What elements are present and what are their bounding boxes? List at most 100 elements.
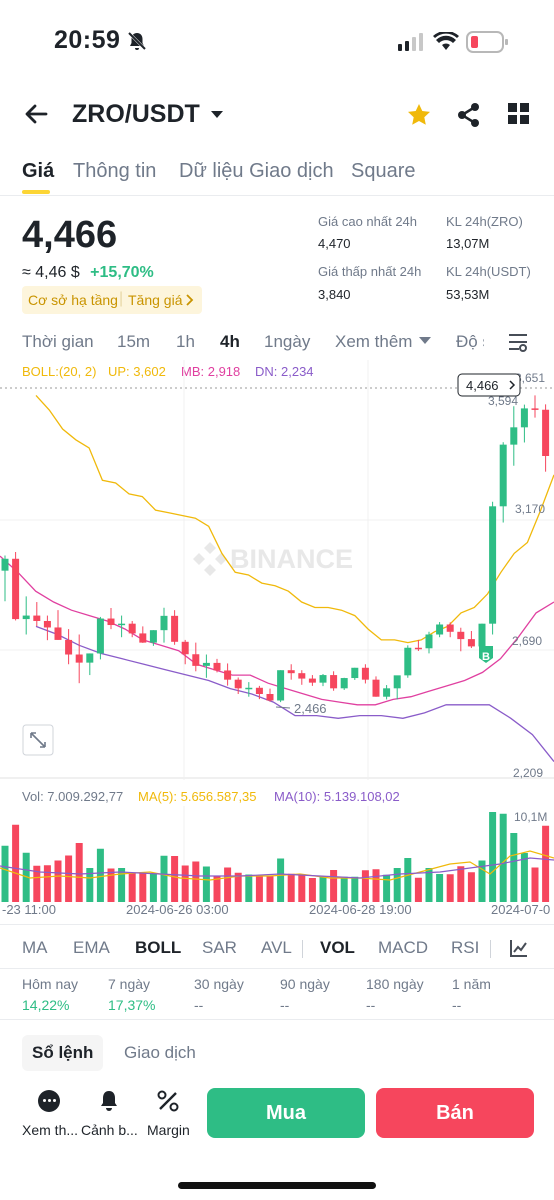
volume-bar <box>414 877 422 902</box>
current-price-label: 4,466 <box>466 378 499 393</box>
caret-down-icon[interactable] <box>210 110 224 120</box>
perf-label-1y: 1 năm <box>452 976 491 992</box>
tab-info[interactable]: Thông tin <box>73 160 156 183</box>
indicator-sar[interactable]: SAR <box>202 938 237 958</box>
perf-value-7d: 17,37% <box>108 997 156 1013</box>
candle-body <box>224 670 232 680</box>
main-tabs: Giá Thông tin Dữ liệu Giao dịch Square <box>0 150 554 196</box>
indicator-macd[interactable]: MACD <box>378 938 428 958</box>
interval-time[interactable]: Thời gian <box>22 332 94 352</box>
candle-body <box>128 623 136 634</box>
candle-body <box>467 639 475 647</box>
action-margin-label[interactable]: Margin <box>147 1122 190 1138</box>
tag-infrastructure[interactable]: Cơ sở hạ tầng <box>28 292 118 308</box>
status-time: 20:59 <box>54 26 121 54</box>
volume-bar <box>43 865 51 902</box>
buy-button[interactable]: Mua <box>207 1088 365 1138</box>
volume-bar <box>351 876 359 902</box>
volume-bar <box>255 875 263 902</box>
indicator-boll[interactable]: BOLL <box>135 938 181 958</box>
indicator-settings-icon[interactable] <box>509 938 529 958</box>
indicator-ema[interactable]: EMA <box>73 938 110 958</box>
margin-icon[interactable] <box>157 1090 179 1112</box>
candle-body <box>245 687 253 690</box>
back-arrow-icon[interactable] <box>24 102 48 126</box>
home-indicator <box>178 1182 376 1189</box>
perf-label-180d: 180 ngày <box>366 976 424 992</box>
indicator-divider <box>302 940 303 958</box>
more-icon[interactable] <box>38 1090 60 1112</box>
expand-chart-icon[interactable] <box>22 724 54 756</box>
volume-bar <box>192 861 200 902</box>
candle-body <box>520 408 528 428</box>
indicator-rsi[interactable]: RSI <box>451 938 479 958</box>
candle-body <box>33 615 41 621</box>
low-24h-label: Giá thấp nhất 24h <box>318 264 422 279</box>
tab-square[interactable]: Square <box>351 160 416 183</box>
low-24h-value: 3,840 <box>318 287 351 302</box>
candle-body <box>425 634 433 649</box>
current-price-tag[interactable]: 4,466 <box>457 373 521 397</box>
volume-bar <box>383 874 391 902</box>
perf-label-today: Hôm nay <box>22 976 79 992</box>
candle-body <box>330 675 338 689</box>
category-tags[interactable]: Cơ sở hạ tầng | Tăng giá <box>22 286 202 314</box>
volume-bar <box>181 865 189 902</box>
status-bar: 20:59 <box>0 0 554 84</box>
volume-bar <box>54 860 62 902</box>
volume-bar <box>245 874 253 902</box>
indicator-ma[interactable]: MA <box>22 938 48 958</box>
interval-1h[interactable]: 1h <box>176 332 195 352</box>
tab-trades[interactable]: Giao dịch <box>124 1043 196 1063</box>
binance-watermark: BINANCE <box>193 542 353 576</box>
volume-bar <box>128 873 136 902</box>
tab-trading-data[interactable]: Dữ liệu Giao dịch <box>179 160 334 183</box>
volume-bar <box>436 874 444 902</box>
perf-value-today: 14,22% <box>22 997 70 1013</box>
perf-value-30d: -- <box>194 997 204 1013</box>
tag-gainer[interactable]: Tăng giá <box>128 292 182 308</box>
volume-bar <box>139 872 147 902</box>
price-axis-labels: 3,651 3,594 3,170 2,690 2,209 2,466 <box>275 371 545 780</box>
candle-body <box>361 667 369 680</box>
date-label: 2024-07-0 <box>491 902 551 917</box>
perf-value-180d: -- <box>366 997 376 1013</box>
indicator-avl[interactable]: AVL <box>261 938 292 958</box>
volume-bar <box>510 833 518 902</box>
action-more-label[interactable]: Xem th... <box>22 1122 78 1138</box>
sell-button[interactable]: Bán <box>376 1088 534 1138</box>
volume-bar <box>404 858 412 902</box>
action-alert-label[interactable]: Cảnh b... <box>81 1122 138 1138</box>
indicator-vol[interactable]: VOL <box>320 938 355 958</box>
volume-bar <box>393 868 401 902</box>
volume-bar <box>12 824 20 902</box>
interval-4h[interactable]: 4h <box>220 332 240 352</box>
volume-ma5: MA(5): 5.656.587,35 <box>138 789 257 804</box>
volume-bar <box>266 876 274 902</box>
perf-label-90d: 90 ngày <box>280 976 330 992</box>
price-level-2690: 2,690 <box>512 634 542 648</box>
chart-settings-icon[interactable] <box>508 332 528 352</box>
candle-body <box>181 641 189 655</box>
interval-1d[interactable]: 1ngày <box>264 332 310 352</box>
candle-body <box>404 647 412 676</box>
price-change: +15,70% <box>90 264 154 281</box>
interval-depth[interactable]: Độ sâu <box>456 332 484 352</box>
candle-body <box>531 408 539 410</box>
tab-order-book[interactable]: Sổ lệnh <box>22 1035 104 1071</box>
interval-15m[interactable]: 15m <box>117 332 150 352</box>
volume-bar <box>202 866 210 902</box>
pair-header: ZRO/USDT <box>0 90 554 140</box>
pair-title[interactable]: ZRO/USDT <box>72 100 200 129</box>
share-icon[interactable] <box>457 102 481 128</box>
tab-price[interactable]: Giá <box>22 160 54 183</box>
tag-divider: | <box>119 290 124 307</box>
star-icon[interactable] <box>406 102 432 128</box>
candle-body <box>171 615 179 642</box>
bell-icon[interactable] <box>98 1089 120 1113</box>
grid-menu-icon[interactable] <box>508 103 530 125</box>
interval-more[interactable]: Xem thêm <box>335 332 412 352</box>
candlestick-chart[interactable]: BINANCE 3,651 3,594 3,170 2,690 2,209 2,… <box>0 360 554 780</box>
candle-body <box>43 620 51 628</box>
candle-body <box>510 427 518 445</box>
